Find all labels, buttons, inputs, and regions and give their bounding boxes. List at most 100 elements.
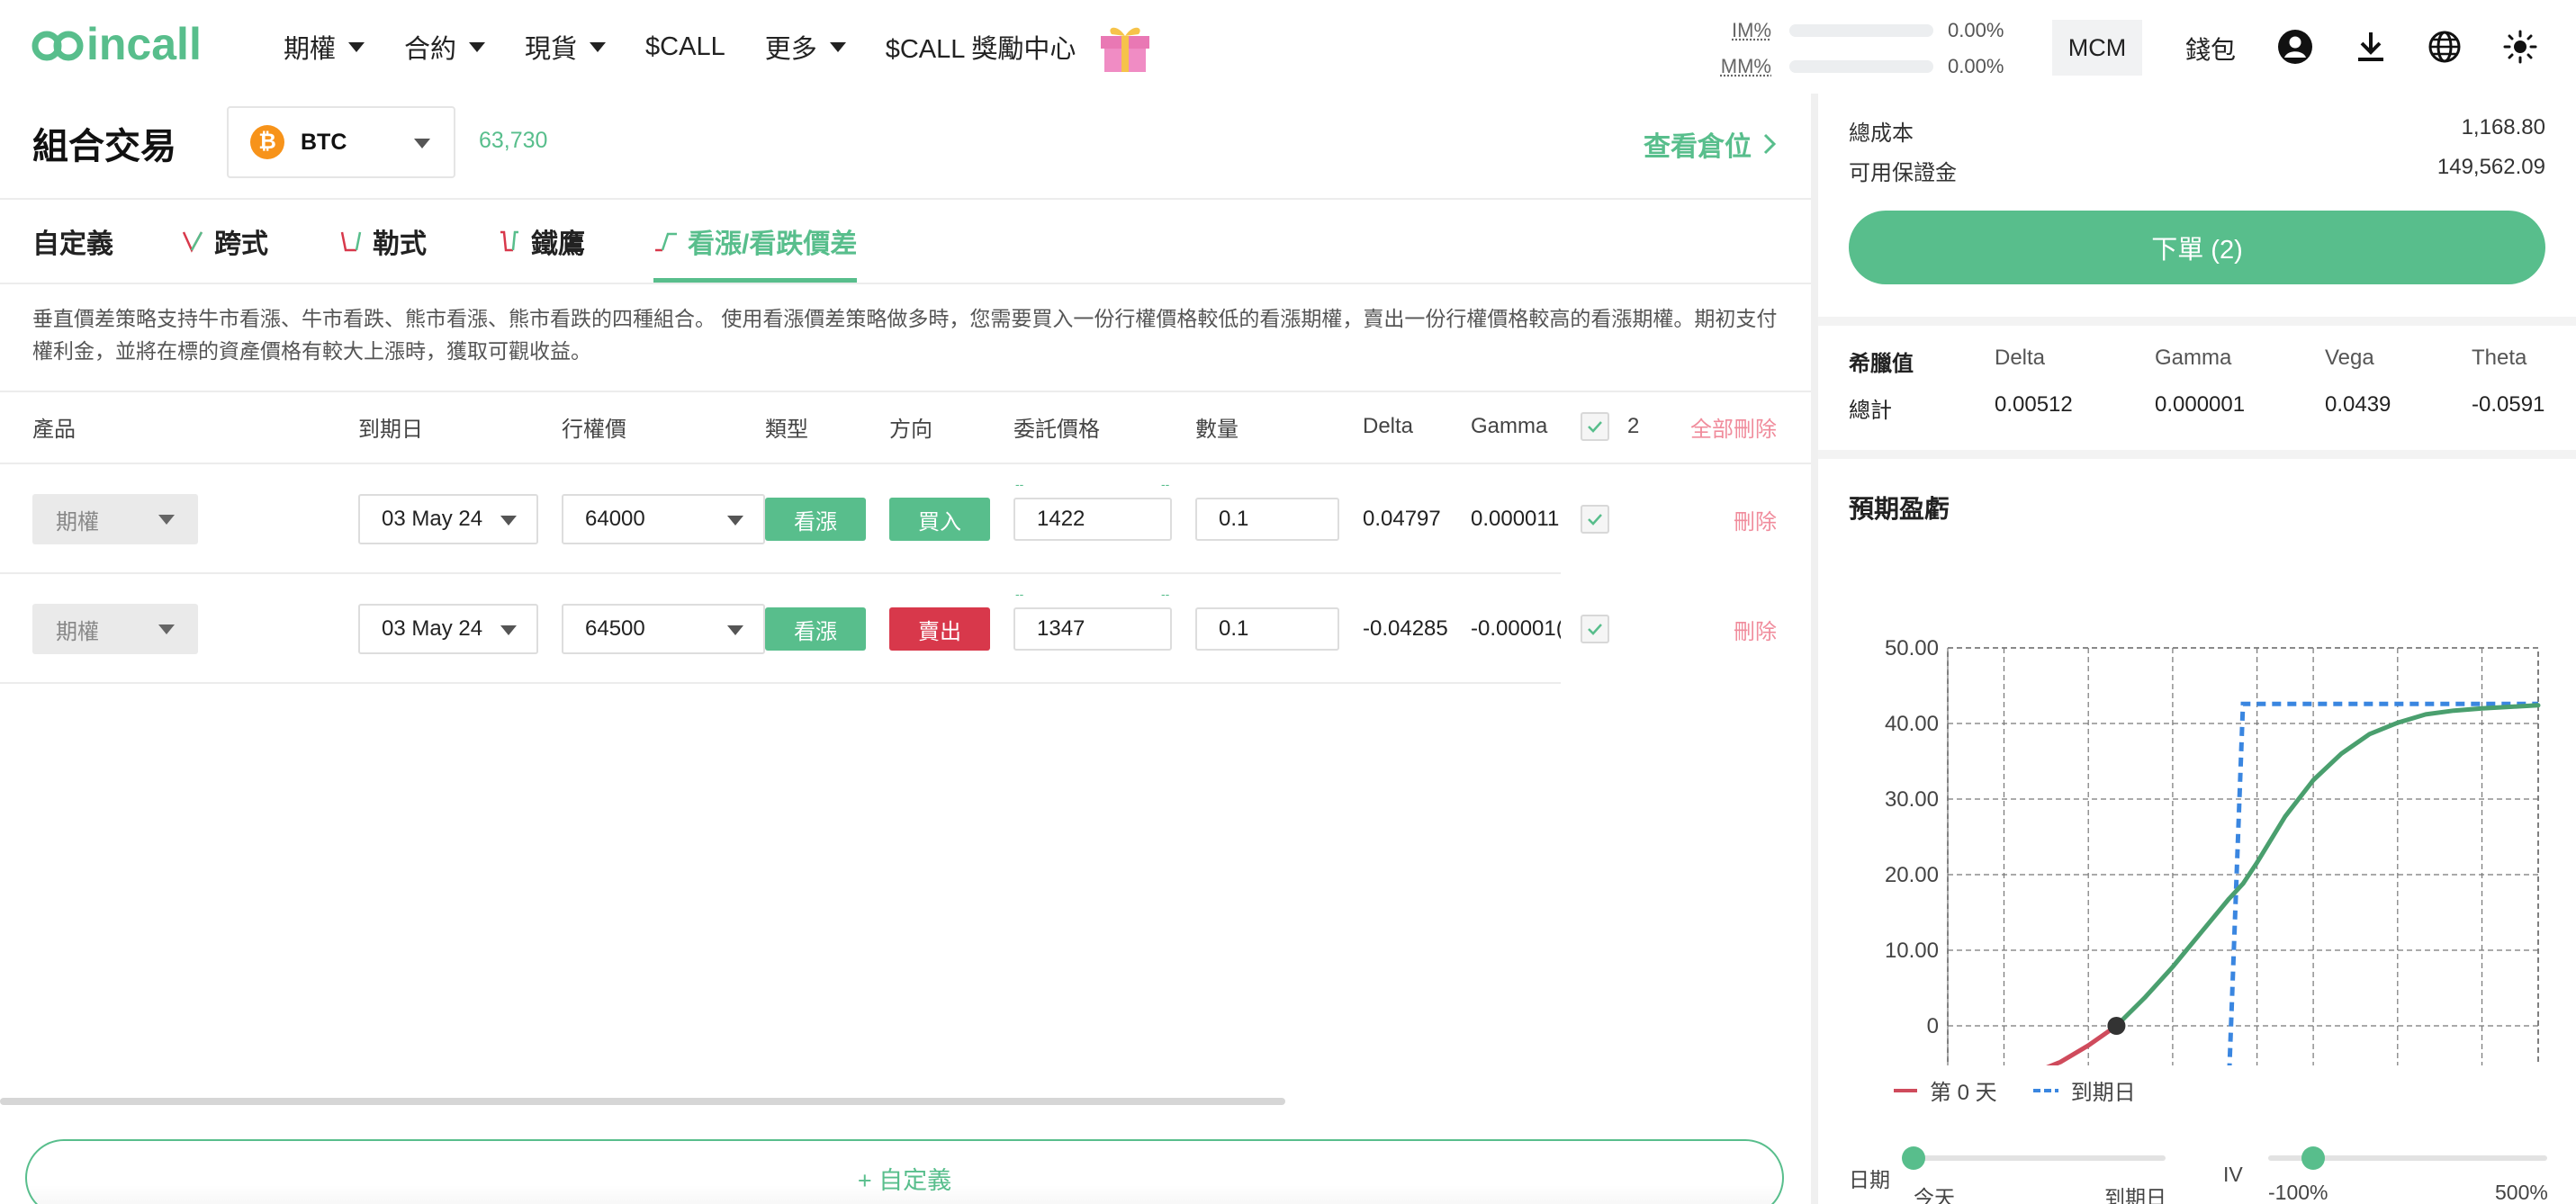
strangle-icon — [338, 229, 364, 254]
quantity-input[interactable]: 0.1 — [1195, 607, 1339, 651]
product-select[interactable]: 期權 — [32, 604, 198, 654]
greek-header-delta: Delta — [1995, 346, 2045, 371]
gamma-value: 0.000011 — [1471, 464, 1561, 574]
chart-series-day0-loss — [1948, 1026, 2116, 1065]
checkbox[interactable] — [1581, 412, 1609, 441]
tab-iron-condor[interactable]: 鐵鷹 — [497, 200, 585, 283]
col-strike: 行權價 — [562, 391, 626, 463]
checkmark-icon — [1585, 619, 1605, 639]
strike-value: 64500 — [585, 616, 645, 642]
tab-custom-label: 自定義 — [32, 221, 113, 261]
direction-buy-button[interactable]: 買入 — [889, 498, 990, 541]
nav-more[interactable]: 更多 — [765, 28, 846, 66]
divider — [1818, 450, 2576, 459]
expiry-select[interactable]: 03 May 24 — [358, 494, 538, 544]
asset-select[interactable]: ₿ BTC — [227, 106, 455, 178]
nav-options-label: 期權 — [284, 28, 336, 66]
strike-select[interactable]: 64000 — [562, 494, 765, 544]
greek-header-gamma: Gamma — [2155, 346, 2231, 371]
direction-sell-button[interactable]: 賣出 — [889, 607, 990, 651]
tab-straddle[interactable]: 跨式 — [180, 200, 268, 283]
nav-options[interactable]: 期權 — [284, 28, 365, 66]
checkmark-icon — [1585, 417, 1605, 436]
mm-label[interactable]: MM% — [1716, 55, 1771, 78]
main-nav: 期權 合約 現貨 $CALL 更多 $CALL 獎勵中心 — [284, 27, 1153, 67]
gift-icon[interactable] — [1097, 20, 1153, 74]
strategy-tabs: 自定義 跨式 勒式 鐵鷹 看漲/看跌價差 — [0, 200, 1811, 283]
delta-value: 0.04797 — [1363, 464, 1441, 574]
delete-row-button[interactable]: 刪除 — [1734, 464, 1777, 574]
iv-slider-handle[interactable] — [2301, 1146, 2325, 1170]
col-direction: 方向 — [889, 391, 932, 463]
checkbox[interactable] — [1581, 615, 1609, 643]
quantity-input[interactable]: 0.1 — [1195, 498, 1339, 541]
globe-icon[interactable] — [2427, 29, 2463, 65]
legend-expiry-label[interactable]: 到期日 — [2071, 1074, 2136, 1106]
theme-sun-icon[interactable] — [2502, 29, 2538, 65]
chart-series-day0-profit — [2116, 705, 2538, 1026]
option-type-button[interactable]: 看漲 — [765, 498, 866, 541]
col-gamma: Gamma — [1471, 391, 1547, 463]
mcm-button[interactable]: MCM — [2052, 20, 2142, 76]
order-price-input[interactable]: 1422 — [1013, 498, 1172, 541]
expiry-select[interactable]: 03 May 24 — [358, 604, 538, 654]
nav-call-token-label: $CALL — [645, 32, 725, 62]
add-custom-leg-button[interactable]: + 自定義 — [25, 1139, 1784, 1204]
user-account-icon[interactable] — [2277, 29, 2313, 65]
divider — [1818, 317, 2576, 326]
select-all-checkbox[interactable] — [1581, 391, 1609, 463]
im-meter: IM% 0.00% — [1716, 13, 2004, 49]
product-select[interactable]: 期權 — [32, 494, 198, 544]
asset-name: BTC — [301, 130, 347, 156]
tab-vertical-spread[interactable]: 看漲/看跌價差 — [653, 200, 857, 283]
place-order-button[interactable]: 下單 (2) — [1849, 211, 2545, 284]
date-slider-handle[interactable] — [1902, 1146, 1925, 1170]
row-select-checkbox[interactable] — [1581, 464, 1609, 574]
strike-select[interactable]: 64500 — [562, 604, 765, 654]
chart-y-tick-label: 10.00 — [1885, 939, 1939, 963]
expiry-value: 03 May 24 — [382, 507, 482, 532]
delete-row-button[interactable]: 刪除 — [1734, 574, 1777, 684]
strategy-description: 垂直價差策略支持牛市看漲、牛市看跌、熊市看漲、熊市看跌的四種組合。 使用看漲價差… — [32, 302, 1779, 367]
order-price-input[interactable]: 1347 — [1013, 607, 1172, 651]
nav-rewards-center[interactable]: $CALL 獎勵中心 — [886, 28, 1076, 66]
delete-all-button[interactable]: 全部刪除 — [1690, 391, 1777, 463]
option-type-button[interactable]: 看漲 — [765, 607, 866, 651]
im-label[interactable]: IM% — [1716, 19, 1771, 42]
nav-call-token[interactable]: $CALL — [645, 32, 725, 62]
mm-meter: MM% 0.00% — [1716, 49, 2004, 85]
chevron-down-icon — [590, 42, 606, 52]
view-positions-link[interactable]: 查看倉位 — [1644, 124, 1777, 164]
row-select-checkbox[interactable] — [1581, 574, 1609, 684]
index-price: 63,730 — [479, 128, 547, 154]
nav-contracts-label: 合約 — [404, 28, 456, 66]
nav-contracts[interactable]: 合約 — [404, 28, 485, 66]
col-order-price: 委託價格 — [1013, 391, 1100, 463]
chart-breakeven-marker — [2107, 1017, 2125, 1035]
vertical-spread-icon — [653, 229, 679, 254]
col-type: 類型 — [765, 391, 808, 463]
iv-slider-end: 500% — [2495, 1181, 2548, 1204]
order-summary-panel: 總成本 1,168.80 可用保證金 149,562.09 下單 (2) 希臘值… — [1818, 94, 2576, 1204]
iv-slider-start: -100% — [2268, 1181, 2328, 1204]
margin-meters: IM% 0.00% MM% 0.00% — [1716, 13, 2004, 85]
legend-day0-label[interactable]: 第 0 天 — [1930, 1074, 1997, 1106]
tab-straddle-label: 跨式 — [214, 221, 268, 261]
expiry-value: 03 May 24 — [382, 616, 482, 642]
legend-swatch-day0 — [1894, 1089, 1917, 1092]
wallet-link[interactable]: 錢包 — [2185, 31, 2236, 67]
logo[interactable]: incall — [31, 22, 202, 67]
checkbox[interactable] — [1581, 505, 1609, 534]
horizontal-scrollbar[interactable] — [0, 1098, 1285, 1105]
download-icon[interactable] — [2353, 29, 2389, 65]
straddle-icon — [180, 229, 205, 254]
tab-custom[interactable]: 自定義 — [32, 200, 113, 283]
chevron-down-icon — [727, 516, 743, 526]
iv-slider-label: IV — [2223, 1163, 2243, 1187]
divider — [0, 283, 1811, 284]
product-value: 期權 — [56, 614, 99, 645]
greek-header-vega: Vega — [2325, 346, 2374, 371]
date-slider-track[interactable] — [1914, 1155, 2166, 1161]
nav-spot[interactable]: 現貨 — [525, 28, 606, 66]
tab-strangle[interactable]: 勒式 — [338, 200, 427, 283]
